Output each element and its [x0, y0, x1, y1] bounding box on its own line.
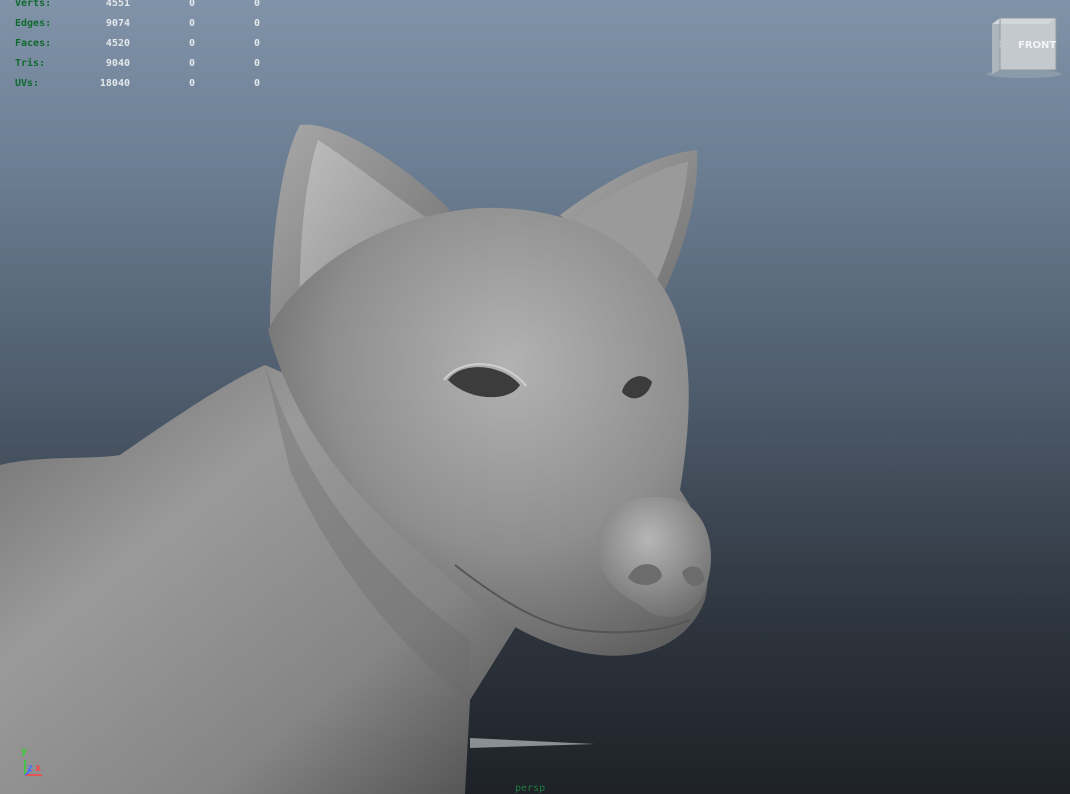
hud-value: 0 — [253, 78, 260, 89]
hud-value: 18040 — [99, 78, 130, 89]
view-cube[interactable]: LEFT FRONT — [986, 14, 1066, 82]
view-cube-face-label: FRONT — [1018, 40, 1057, 51]
axis-x-label: x — [35, 763, 42, 774]
hud-value: 0 — [253, 18, 260, 29]
view-cube-side-label: LEFT — [999, 40, 1012, 50]
dog-model-render[interactable] — [0, 0, 1070, 794]
hud-label: UVs: — [15, 78, 40, 89]
hud-value: 9040 — [105, 58, 130, 69]
hud-row-verts: Verts: 4551 0 0 — [15, 0, 260, 14]
hud-value: 0 — [188, 38, 195, 49]
hud-value: 0 — [188, 18, 195, 29]
hud-row-edges: Edges: 9074 0 0 — [15, 14, 260, 34]
hud-label: Edges: — [15, 18, 52, 29]
hud-value: 0 — [188, 58, 195, 69]
hud-value: 4520 — [105, 38, 130, 49]
hud-row-uvs: UVs: 18040 0 0 — [15, 74, 260, 94]
hud-label: Tris: — [15, 58, 46, 69]
hud-label: Verts: — [15, 0, 52, 9]
hud-value: 0 — [253, 38, 260, 49]
hud-value: 0 — [188, 0, 195, 9]
hud-value: 0 — [253, 58, 260, 69]
hud-value: 0 — [253, 0, 260, 9]
hud-row-tris: Tris: 9040 0 0 — [15, 54, 260, 74]
axis-y-label: y — [21, 746, 28, 757]
hud-value: 0 — [188, 78, 195, 89]
hud-value: 9074 — [105, 18, 130, 29]
hud-label: Faces: — [15, 38, 52, 49]
poly-count-hud: Verts: 4551 0 0 Edges: 9074 0 0 Faces: 4… — [15, 0, 260, 94]
camera-name-label: persp — [515, 783, 546, 794]
grid-fragment — [470, 738, 595, 748]
maya-viewport[interactable]: Verts: 4551 0 0 Edges: 9074 0 0 Faces: 4… — [0, 0, 1070, 794]
axis-z-label: z — [27, 763, 34, 774]
hud-row-faces: Faces: 4520 0 0 — [15, 34, 260, 54]
axis-indicator: y z x — [18, 744, 58, 784]
hud-value: 4551 — [105, 0, 130, 9]
